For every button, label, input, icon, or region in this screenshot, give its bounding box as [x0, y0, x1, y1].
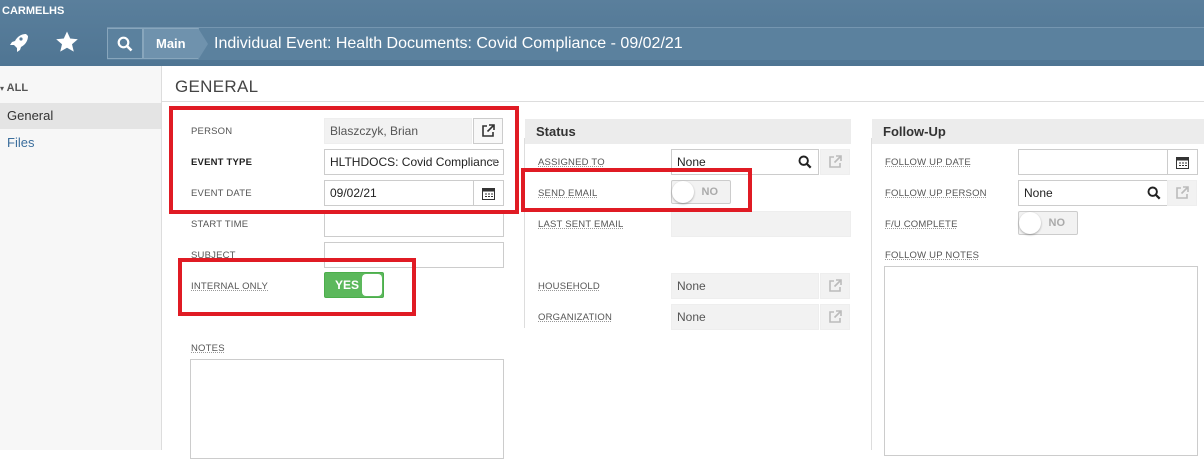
sidebar-item-files[interactable]: Files: [7, 135, 34, 150]
followup-divider: [871, 138, 872, 450]
organization-label: ORGANIZATION: [538, 312, 613, 323]
search-icon[interactable]: [1147, 186, 1161, 200]
sidebar-all[interactable]: ▾ ALL: [0, 82, 28, 94]
open-assigned-to-button[interactable]: [820, 149, 850, 175]
breadcrumb: Main Individual Event: Health Documents:…: [107, 27, 1204, 60]
status-heading: Status: [525, 119, 851, 144]
sidebar-item-general[interactable]: General: [0, 103, 161, 129]
last-sent-email-label: LAST SENT EMAIL: [538, 219, 624, 230]
open-organization-button[interactable]: [820, 304, 850, 330]
calendar-icon: [1176, 156, 1189, 169]
star-icon[interactable]: [53, 28, 81, 56]
start-time-label: START TIME: [191, 219, 249, 230]
toggle-knob: [1019, 212, 1041, 234]
assigned-to-value: None: [677, 155, 706, 169]
follow-up-date-label: FOLLOW UP DATE: [885, 157, 971, 168]
follow-up-notes-label: FOLLOW UP NOTES: [885, 250, 980, 261]
highlight-box-event-details: [169, 106, 519, 214]
follow-up-date-calendar-button[interactable]: [1167, 149, 1198, 175]
open-follow-up-person-button[interactable]: [1167, 180, 1197, 206]
fu-complete-toggle[interactable]: NO: [1018, 211, 1078, 235]
external-link-icon: [1176, 186, 1189, 199]
fu-complete-label: F/U COMPLETE: [885, 219, 958, 230]
divider: [162, 101, 1204, 102]
start-time-field[interactable]: [324, 211, 504, 237]
page-title: Individual Event: Health Documents: Covi…: [214, 35, 683, 52]
status-divider: [524, 138, 525, 328]
follow-up-person-value: None: [1024, 186, 1053, 200]
highlight-box-send-email: [521, 168, 752, 212]
household-label: HOUSEHOLD: [538, 281, 600, 292]
follow-up-person-label: FOLLOW UP PERSON: [885, 188, 987, 199]
organization-field: None: [671, 304, 819, 330]
search-icon[interactable]: [107, 28, 143, 59]
section-title: GENERAL: [175, 77, 259, 96]
follow-up-date-field[interactable]: [1018, 149, 1168, 175]
follow-up-notes-textarea[interactable]: [884, 266, 1198, 456]
sidebar-all-label: ALL: [6, 82, 29, 94]
external-link-icon: [829, 155, 842, 168]
top-bar: CARMELHS Main Individual Event: Health D…: [0, 0, 1204, 66]
household-field: None: [671, 273, 819, 299]
highlight-box-internal-only: [178, 258, 416, 316]
breadcrumb-arrow: [198, 28, 208, 60]
search-icon[interactable]: [798, 155, 812, 169]
external-link-icon: [829, 279, 842, 292]
follow-up-person-field[interactable]: None: [1018, 180, 1168, 206]
fu-complete-value: NO: [1048, 217, 1066, 229]
caret-down-icon: ▾: [0, 84, 5, 93]
open-household-button[interactable]: [820, 273, 850, 299]
followup-heading: Follow-Up: [872, 119, 1204, 144]
external-link-icon: [829, 310, 842, 323]
brand-name: CARMELHS: [2, 5, 65, 17]
notes-textarea[interactable]: [190, 359, 504, 459]
last-sent-email-field: [671, 211, 851, 237]
breadcrumb-main[interactable]: Main: [143, 28, 199, 59]
notes-label: NOTES: [191, 343, 225, 354]
rocket-icon[interactable]: [4, 28, 32, 56]
sidebar: ▾ ALL General Files: [0, 66, 162, 450]
assigned-to-label: ASSIGNED TO: [538, 157, 605, 168]
